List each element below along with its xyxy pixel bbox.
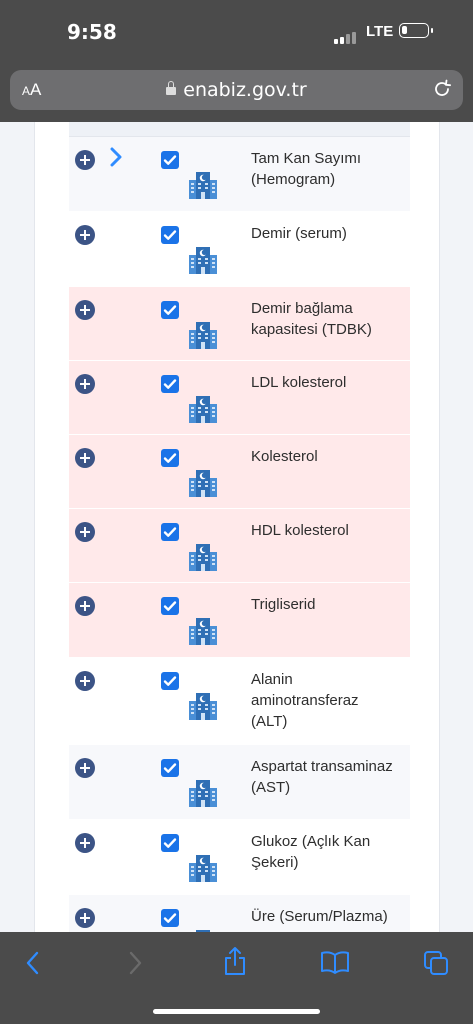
test-name: Demir bağlama kapasitesi (TDBK) bbox=[251, 300, 372, 338]
table-row[interactable]: Glukoz (Açlık Kan Şekeri) bbox=[69, 820, 410, 895]
checkbox[interactable] bbox=[161, 449, 179, 467]
table-row[interactable]: Trigliserid bbox=[69, 583, 410, 658]
checkbox[interactable] bbox=[161, 909, 179, 927]
table-row[interactable]: Demir bağlama kapasitesi (TDBK) bbox=[69, 287, 410, 361]
checkbox[interactable] bbox=[161, 597, 179, 615]
expand-plus-icon[interactable] bbox=[75, 758, 95, 778]
hospital-icon bbox=[188, 616, 218, 651]
expand-plus-icon[interactable] bbox=[75, 833, 95, 853]
test-name: Glukoz (Açlık Kan Şekeri) bbox=[251, 833, 371, 871]
back-icon[interactable] bbox=[22, 949, 44, 982]
table-row[interactable]: Demir (serum) bbox=[69, 212, 410, 287]
table-row[interactable]: Kolesterol bbox=[69, 435, 410, 509]
expand-plus-icon[interactable] bbox=[75, 671, 95, 691]
table-row[interactable]: HDL kolesterol bbox=[69, 509, 410, 583]
table-row[interactable]: Alanin aminotransferaz (ALT) bbox=[69, 658, 410, 745]
chevron-right-icon[interactable] bbox=[108, 147, 124, 172]
test-results-table: Tam Kan Sayımı (Hemogram) Demir (serum) De… bbox=[69, 122, 410, 932]
hospital-icon bbox=[188, 853, 218, 888]
expand-plus-icon[interactable] bbox=[75, 596, 95, 616]
table-row[interactable]: LDL kolesterol bbox=[69, 361, 410, 435]
checkbox[interactable] bbox=[161, 672, 179, 690]
bookmarks-icon[interactable] bbox=[320, 949, 350, 980]
expand-plus-icon[interactable] bbox=[75, 225, 95, 245]
clock: 9:58 bbox=[67, 20, 117, 44]
lock-icon bbox=[166, 80, 177, 95]
address-bar[interactable]: AA enabiz.gov.tr bbox=[10, 70, 463, 110]
hospital-icon bbox=[188, 394, 218, 429]
forward-icon[interactable] bbox=[124, 949, 146, 982]
checkbox[interactable] bbox=[161, 523, 179, 541]
table-row[interactable]: Tam Kan Sayımı (Hemogram) bbox=[69, 137, 410, 212]
status-bar: 9:58 LTE bbox=[0, 0, 473, 62]
battery-icon bbox=[399, 23, 433, 38]
table-row[interactable]: Aspartat transaminaz (AST) bbox=[69, 745, 410, 820]
expand-plus-icon[interactable] bbox=[75, 374, 95, 394]
checkbox[interactable] bbox=[161, 375, 179, 393]
hospital-icon bbox=[188, 542, 218, 577]
test-name: HDL kolesterol bbox=[251, 522, 349, 539]
hospital-icon bbox=[188, 778, 218, 813]
expand-plus-icon[interactable] bbox=[75, 300, 95, 320]
checkbox[interactable] bbox=[161, 151, 179, 169]
test-name: Aspartat transaminaz (AST) bbox=[251, 758, 393, 796]
reload-icon[interactable] bbox=[431, 78, 453, 105]
test-name: Üre (Serum/Plazma) bbox=[251, 908, 388, 925]
url-text[interactable]: enabiz.gov.tr bbox=[183, 79, 306, 101]
test-name: Alanin aminotransferaz (ALT) bbox=[251, 671, 359, 730]
home-indicator[interactable] bbox=[153, 1009, 320, 1014]
checkbox[interactable] bbox=[161, 301, 179, 319]
test-name: Kolesterol bbox=[251, 448, 318, 465]
hospital-icon bbox=[188, 170, 218, 205]
test-name: Trigliserid bbox=[251, 596, 316, 613]
web-page: Tam Kan Sayımı (Hemogram) Demir (serum) De… bbox=[0, 122, 473, 932]
tabs-icon[interactable] bbox=[422, 949, 450, 982]
expand-plus-icon[interactable] bbox=[75, 150, 95, 170]
checkbox[interactable] bbox=[161, 226, 179, 244]
checkbox[interactable] bbox=[161, 834, 179, 852]
expand-plus-icon[interactable] bbox=[75, 908, 95, 928]
hospital-icon bbox=[188, 245, 218, 280]
hospital-icon bbox=[188, 468, 218, 503]
expand-plus-icon[interactable] bbox=[75, 522, 95, 542]
test-name: Demir (serum) bbox=[251, 225, 347, 242]
cellular-signal-icon bbox=[334, 26, 358, 44]
hospital-icon bbox=[188, 691, 218, 726]
expand-plus-icon[interactable] bbox=[75, 448, 95, 468]
checkbox[interactable] bbox=[161, 759, 179, 777]
share-icon[interactable] bbox=[222, 946, 248, 981]
test-name: LDL kolesterol bbox=[251, 374, 347, 391]
table-row[interactable]: Üre (Serum/Plazma) bbox=[69, 895, 410, 932]
hospital-icon bbox=[188, 320, 218, 355]
table-header bbox=[69, 122, 410, 137]
network-type: LTE bbox=[366, 23, 394, 40]
test-name: Tam Kan Sayımı (Hemogram) bbox=[251, 150, 362, 188]
